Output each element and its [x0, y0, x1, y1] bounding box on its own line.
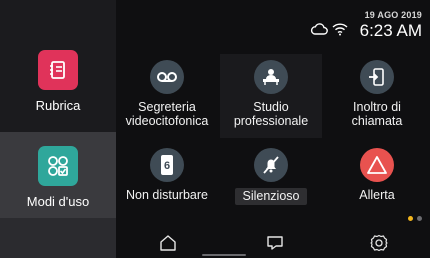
page-indicator [408, 216, 422, 221]
sidebar-footer [0, 218, 116, 258]
tile-non-disturbare[interactable]: 6 Non disturbare [116, 142, 218, 226]
sidebar-item-modi-uso[interactable]: Modi d'uso [0, 132, 116, 218]
address-book-icon [38, 50, 78, 90]
tile-allerta[interactable]: Allerta [326, 142, 428, 226]
wifi-icon [332, 22, 348, 41]
tile-label: Silenzioso [234, 188, 308, 205]
alert-icon [360, 148, 394, 182]
tile-label: Studio professionale [233, 100, 309, 128]
status-icons [310, 22, 348, 41]
page-dot-active [408, 216, 413, 221]
page-dot[interactable] [417, 216, 422, 221]
tile-label: Inoltro di chiamata [351, 100, 403, 128]
tile-segreteria[interactable]: Segreteria videocitofonica [116, 54, 218, 138]
settings-button[interactable] [368, 232, 390, 254]
sidebar: Rubrica Modi d'uso [0, 0, 116, 258]
messages-button[interactable] [264, 232, 286, 254]
status-time: 6:23 AM [359, 21, 422, 40]
voicemail-icon [150, 60, 184, 94]
tile-silenzioso[interactable]: Silenzioso [220, 142, 322, 226]
tile-label: Allerta [359, 188, 395, 202]
sidebar-item-label: Rubrica [35, 98, 81, 113]
status-date: 19 AGO 2019 [364, 10, 422, 20]
status-clock: 19 AGO 2019 6:23 AM [360, 10, 422, 41]
call-forward-icon [360, 60, 394, 94]
settings-icon [370, 234, 388, 252]
cloud-icon [310, 22, 328, 41]
tile-studio[interactable]: Studio professionale [220, 54, 322, 138]
tile-inoltro[interactable]: Inoltro di chiamata [326, 54, 428, 138]
tile-label: Non disturbare [126, 188, 208, 202]
message-icon [267, 236, 283, 250]
svg-text:6: 6 [164, 160, 170, 172]
do-not-disturb-icon: 6 [150, 148, 184, 182]
home-icon [160, 235, 176, 251]
home-button[interactable] [157, 232, 179, 254]
bottom-navbar [116, 224, 430, 258]
modes-grid-icon [38, 146, 78, 186]
mute-icon [254, 148, 288, 182]
tile-label: Segreteria videocitofonica [125, 100, 209, 128]
office-desk-icon [254, 60, 288, 94]
nav-indicator [202, 254, 246, 256]
sidebar-item-label: Modi d'uso [26, 194, 90, 209]
sidebar-item-rubrica[interactable]: Rubrica [0, 50, 116, 130]
